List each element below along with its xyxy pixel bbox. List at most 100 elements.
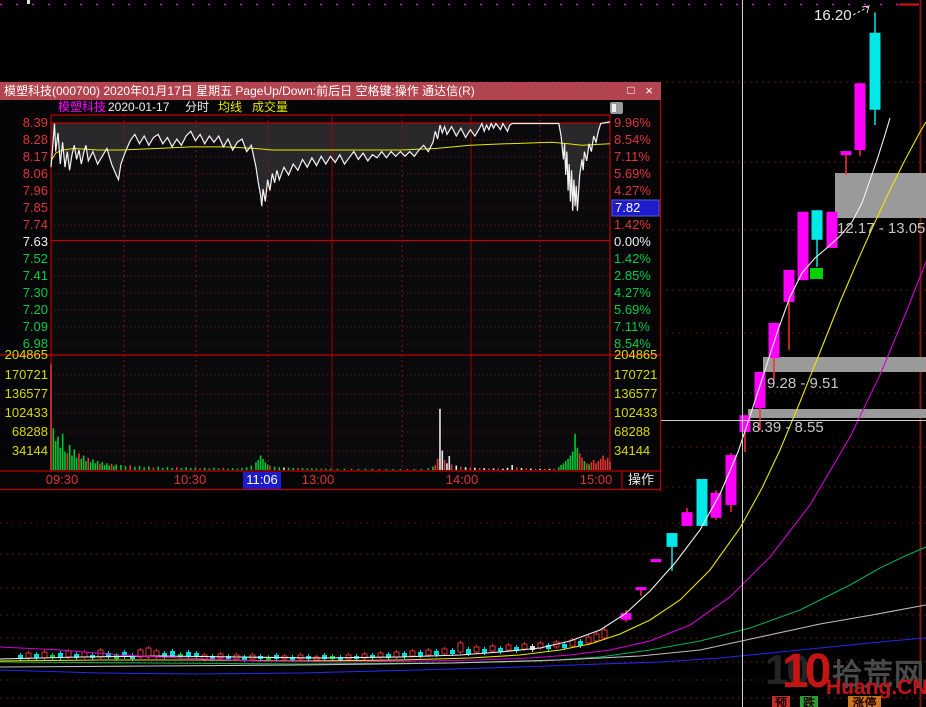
volume-bar [157, 467, 159, 470]
daily-candle [651, 559, 662, 562]
action-button[interactable]: 操作 [628, 472, 654, 487]
volume-bar [57, 437, 59, 470]
volume-bar [171, 468, 173, 470]
volume-bar [344, 469, 346, 470]
popup-title: 模塑科技(000700) 2020年01月17日 星期五 PageUp/Down… [0, 84, 475, 98]
suspension-box [748, 409, 926, 418]
volume-bar [479, 468, 481, 470]
popup-titlebar[interactable]: 模塑科技(000700) 2020年01月17日 星期五 PageUp/Down… [0, 82, 661, 100]
daily-candle [784, 270, 795, 302]
volume-bar [525, 468, 527, 470]
volume-bar [474, 468, 476, 470]
volume-bar [544, 469, 546, 470]
volume-bar [108, 466, 110, 470]
volume-bar [602, 456, 604, 470]
volume-bar [465, 467, 467, 470]
volume-bar [257, 460, 259, 470]
daily-candle [827, 212, 838, 248]
volume-bar [432, 467, 434, 470]
price-axis-label: 7.52 [23, 251, 48, 266]
volume-axis-label: 34144 [614, 443, 650, 458]
price-axis-label: 7.20 [23, 302, 48, 317]
volume-bar [607, 458, 609, 470]
volume-bar [553, 469, 555, 470]
daily-candle [711, 493, 722, 518]
price-axis-label: 7.09 [23, 319, 48, 334]
volume-bar [288, 468, 290, 470]
close-button[interactable]: × [641, 82, 657, 100]
volume-bar [493, 468, 495, 470]
mini-candle [34, 654, 39, 658]
volume-bar [584, 461, 586, 470]
volume-bar [488, 468, 490, 470]
mini-candle [434, 651, 439, 655]
volume-bar [113, 466, 115, 470]
mini-candle [586, 637, 591, 643]
volume-bar [605, 460, 607, 470]
volume-bar [97, 461, 99, 470]
volume-axis-label: 136577 [5, 386, 48, 401]
volume-bar [535, 469, 537, 470]
intraday-popup-window[interactable]: 模塑科技(000700) 2020年01月17日 星期五 PageUp/Down… [0, 82, 661, 491]
mini-candle [594, 634, 599, 641]
volume-bar [446, 463, 448, 470]
volume-bar [588, 464, 590, 470]
volume-bar [460, 467, 462, 470]
mini-candle [506, 645, 511, 650]
volume-bar [213, 468, 215, 470]
volume-bar [497, 469, 499, 470]
daily-candle [812, 210, 823, 240]
volume-bar [586, 463, 588, 470]
mini-candle [602, 630, 607, 638]
price-axis-label: 7.85 [23, 200, 48, 215]
price-axis-label: 8.17 [23, 149, 48, 164]
volume-bar [577, 448, 579, 470]
volume-bar [297, 468, 299, 470]
volume-bar [153, 467, 155, 470]
volume-bar [78, 453, 80, 470]
volume-bar [595, 463, 597, 470]
volume-bar [71, 456, 73, 470]
volume-bar [143, 467, 145, 470]
pct-axis-label: 8.54% [614, 132, 651, 147]
volume-axis-label: 170721 [5, 367, 48, 382]
mini-candle [562, 644, 567, 648]
top-speck [27, 0, 30, 4]
daily-candle [682, 512, 693, 526]
volume-bar [260, 456, 262, 470]
mini-candle [82, 652, 87, 657]
volume-bar [539, 469, 541, 470]
volume-bar [101, 462, 103, 470]
mini-candle [450, 650, 455, 654]
volume-bar [80, 459, 82, 470]
header-volume-legend: 成交量 [252, 100, 288, 114]
volume-bar [181, 468, 183, 470]
mini-candle [442, 649, 447, 654]
panel-icon[interactable] [610, 102, 623, 114]
volume-bar [104, 465, 106, 470]
volume-bar [237, 469, 239, 470]
daily-candle [855, 83, 866, 150]
volume-bar [316, 469, 318, 470]
volume-bar [69, 445, 71, 470]
volume-bar [407, 469, 409, 470]
plot-bg [51, 115, 610, 470]
daily-candle [798, 212, 809, 280]
volume-bar [55, 441, 57, 470]
volume-bar [530, 469, 532, 470]
volume-bar [92, 459, 94, 470]
mini-candle [490, 646, 495, 651]
price-axis-label: 7.63 [23, 234, 48, 249]
volume-bar [302, 468, 304, 470]
daily-candle [870, 33, 881, 110]
volume-bar [274, 467, 276, 470]
volume-bar [50, 364, 52, 470]
price-range-label: 8.39 - 8.55 [752, 419, 824, 436]
mini-candle [418, 652, 423, 656]
volume-bar [451, 464, 453, 470]
volume-bar [83, 456, 85, 470]
volume-bar [62, 434, 64, 470]
maximize-button[interactable]: □ [623, 82, 639, 100]
volume-axis-label: 204865 [5, 347, 48, 362]
current-price-value: 7.82 [615, 200, 640, 215]
